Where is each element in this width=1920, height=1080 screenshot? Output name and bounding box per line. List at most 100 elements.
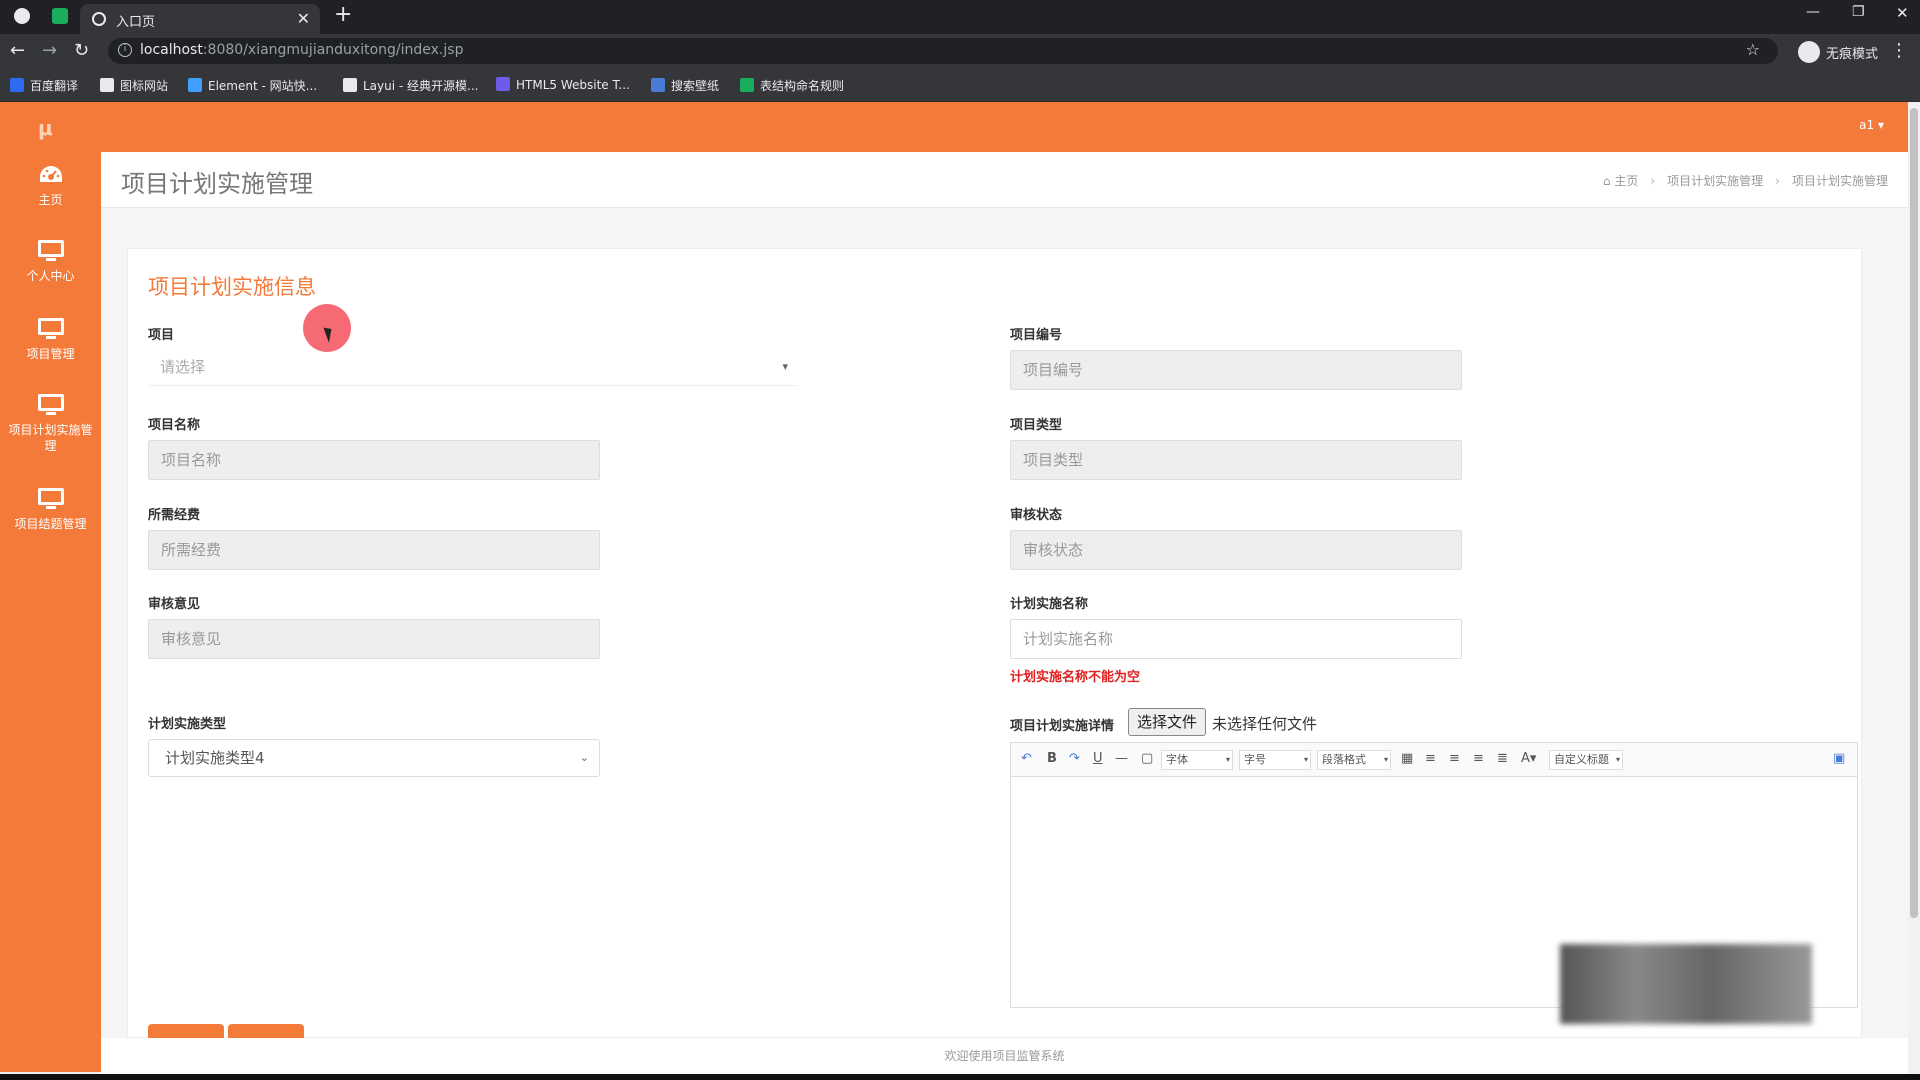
bookmark-favicon-icon — [343, 78, 357, 92]
monitor-icon — [37, 240, 64, 262]
bookmark-star-icon[interactable]: ☆ — [1746, 40, 1760, 59]
custom-title-select[interactable]: 自定义标题 ▾ — [1549, 750, 1623, 770]
sidebar-item-label: 主页 — [38, 193, 63, 207]
minimize-icon[interactable]: — — [1806, 4, 1820, 20]
file-status: 未选择任何文件 — [1212, 715, 1318, 733]
incognito-icon[interactable] — [1798, 41, 1820, 63]
plan-type-label: 计划实施类型 — [148, 717, 227, 732]
sidebar-item-home[interactable]: 主页 — [0, 164, 101, 208]
underline-icon[interactable]: U — [1093, 751, 1103, 766]
browser-tab-active[interactable]: 入口页 ✕ — [80, 4, 320, 34]
url-text[interactable]: localhost:8080/xiangmujianduxitong/index… — [140, 42, 463, 58]
tab-close-icon[interactable]: ✕ — [297, 9, 310, 28]
bookmark-item[interactable]: 百度翻译 — [10, 77, 78, 94]
project-label: 项目 — [148, 328, 175, 343]
review-opinion-label: 审核意见 — [148, 597, 201, 612]
bookmark-favicon-icon — [188, 78, 202, 92]
table-icon[interactable]: ▦ — [1401, 751, 1413, 766]
chevron-down-icon: ▾ — [1303, 755, 1308, 764]
bookmark-item[interactable]: 表结构命名规则 — [740, 77, 844, 94]
font-color-icon[interactable]: A▾ — [1521, 751, 1536, 766]
align-justify-icon[interactable]: ≣ — [1497, 751, 1508, 766]
footer: 欢迎使用项目监管系统 — [101, 1038, 1908, 1074]
dashboard-icon — [39, 166, 62, 182]
url-bar[interactable]: i localhost:8080/xiangmujianduxitong/ind… — [108, 38, 1778, 64]
font-size-select[interactable]: 字号 ▾ — [1239, 750, 1311, 770]
project-no-input[interactable]: 项目编号 — [1010, 350, 1462, 390]
sidebar-item-label: 项目计划实施管理 — [8, 423, 93, 453]
funds-label: 所需经费 — [148, 508, 201, 523]
chevron-down-icon: ⌄ — [579, 751, 589, 764]
pinned-tab-icon[interactable] — [52, 8, 68, 24]
clear-format-icon[interactable]: ▢ — [1141, 751, 1153, 766]
app-logo[interactable]: μ — [38, 116, 53, 140]
align-left-icon[interactable]: ≡ — [1425, 751, 1436, 766]
sidebar-item-closing[interactable]: 项目结题管理 — [0, 488, 101, 532]
sidebar-item-label: 项目结题管理 — [14, 517, 87, 531]
sidebar-item-projects[interactable]: 项目管理 — [0, 318, 101, 362]
chevron-down-icon: ▾ — [1383, 755, 1388, 764]
window-close-icon[interactable]: ✕ — [1896, 4, 1909, 22]
breadcrumb-section[interactable]: 项目计划实施管理 — [1667, 174, 1763, 188]
choose-file-button[interactable]: 选择文件 — [1128, 708, 1207, 736]
incognito-label: 无痕模式 — [1826, 47, 1879, 62]
sidebar-item-plan[interactable]: 项目计划实施管理 — [0, 394, 101, 454]
sidebar-item-profile[interactable]: 个人中心 — [0, 240, 101, 284]
bookmark-favicon-icon — [740, 78, 754, 92]
funds-input[interactable]: 所需经费 — [148, 530, 600, 570]
plan-type-select[interactable]: 计划实施类型4 ⌄ — [148, 739, 600, 777]
back-icon[interactable]: ← — [10, 40, 25, 61]
page-scrollbar[interactable] — [1908, 102, 1920, 1074]
bookmark-item[interactable]: Layui - 经典开源模... — [343, 77, 478, 94]
monitor-icon — [37, 488, 64, 510]
bookmark-label: Layui - 经典开源模... — [363, 79, 479, 93]
project-select-placeholder: 请选择 — [160, 358, 206, 376]
breadcrumb-current: 项目计划实施管理 — [1791, 174, 1888, 188]
footer-text: 欢迎使用项目监管系统 — [944, 1049, 1065, 1063]
breadcrumb-separator: › — [1775, 174, 1780, 188]
bookmark-item[interactable]: HTML5 Website T... — [496, 77, 630, 92]
scrollbar-thumb[interactable] — [1910, 108, 1918, 918]
font-select[interactable]: 字体 ▾ — [1161, 750, 1233, 770]
undo-icon[interactable]: ↶ — [1021, 751, 1032, 766]
bookmark-label: HTML5 Website T... — [516, 78, 630, 92]
redo-icon[interactable]: ↷ — [1069, 751, 1080, 766]
site-info-icon[interactable]: i — [118, 43, 132, 57]
user-menu[interactable]: a1 ▾ — [1859, 118, 1884, 132]
review-status-label: 审核状态 — [1010, 508, 1063, 523]
bookmark-item[interactable]: 搜索壁纸 — [651, 77, 719, 94]
monitor-icon — [37, 394, 64, 416]
browser-menu-icon[interactable]: ⋮ — [1890, 40, 1908, 61]
breadcrumb-home[interactable]: 主页 — [1614, 174, 1638, 188]
plan-type-value: 计划实施类型4 — [165, 749, 265, 767]
reload-icon[interactable]: ↻ — [74, 40, 89, 61]
bookmark-favicon-icon — [651, 78, 665, 92]
forward-icon[interactable]: → — [42, 40, 57, 61]
paragraph-select[interactable]: 段落格式 ▾ — [1317, 750, 1391, 770]
cancel-button[interactable] — [228, 1024, 304, 1038]
fullscreen-icon[interactable]: ▣ — [1833, 751, 1845, 766]
restore-icon[interactable]: ❐ — [1852, 4, 1865, 20]
bookmark-label: 搜索壁纸 — [671, 79, 720, 93]
breadcrumb-separator: › — [1650, 174, 1656, 188]
browser-globe-icon[interactable] — [14, 8, 30, 24]
review-status-input[interactable]: 审核状态 — [1010, 530, 1462, 570]
plan-name-input[interactable]: 计划实施名称 — [1010, 619, 1462, 659]
bookmark-item[interactable]: Element - 网站快... — [188, 77, 317, 94]
horizontal-rule-icon[interactable]: — — [1115, 751, 1128, 766]
project-select[interactable]: 请选择 ▾ — [148, 350, 798, 386]
project-name-label: 项目名称 — [148, 418, 201, 433]
align-right-icon[interactable]: ≡ — [1449, 751, 1460, 766]
bookmark-item[interactable]: 图标网站 — [100, 77, 168, 94]
project-name-input[interactable]: 项目名称 — [148, 440, 600, 480]
submit-button[interactable] — [148, 1024, 224, 1038]
page-title: 项目计划实施管理 — [121, 170, 313, 198]
page-header: 项目计划实施管理 ⌂ 主页 › 项目计划实施管理 › 项目计划实施管理 — [101, 152, 1908, 208]
bookmarks-bar: 百度翻译 图标网站 Element - 网站快... Layui - 经典开源模… — [0, 68, 1920, 102]
details-label: 项目计划实施详情 — [1010, 719, 1115, 734]
new-tab-icon[interactable]: + — [334, 2, 352, 27]
bold-icon[interactable]: B — [1047, 751, 1057, 766]
align-center-icon[interactable]: ≡ — [1473, 751, 1484, 766]
review-opinion-input[interactable]: 审核意见 — [148, 619, 600, 659]
project-type-input[interactable]: 项目类型 — [1010, 440, 1462, 480]
